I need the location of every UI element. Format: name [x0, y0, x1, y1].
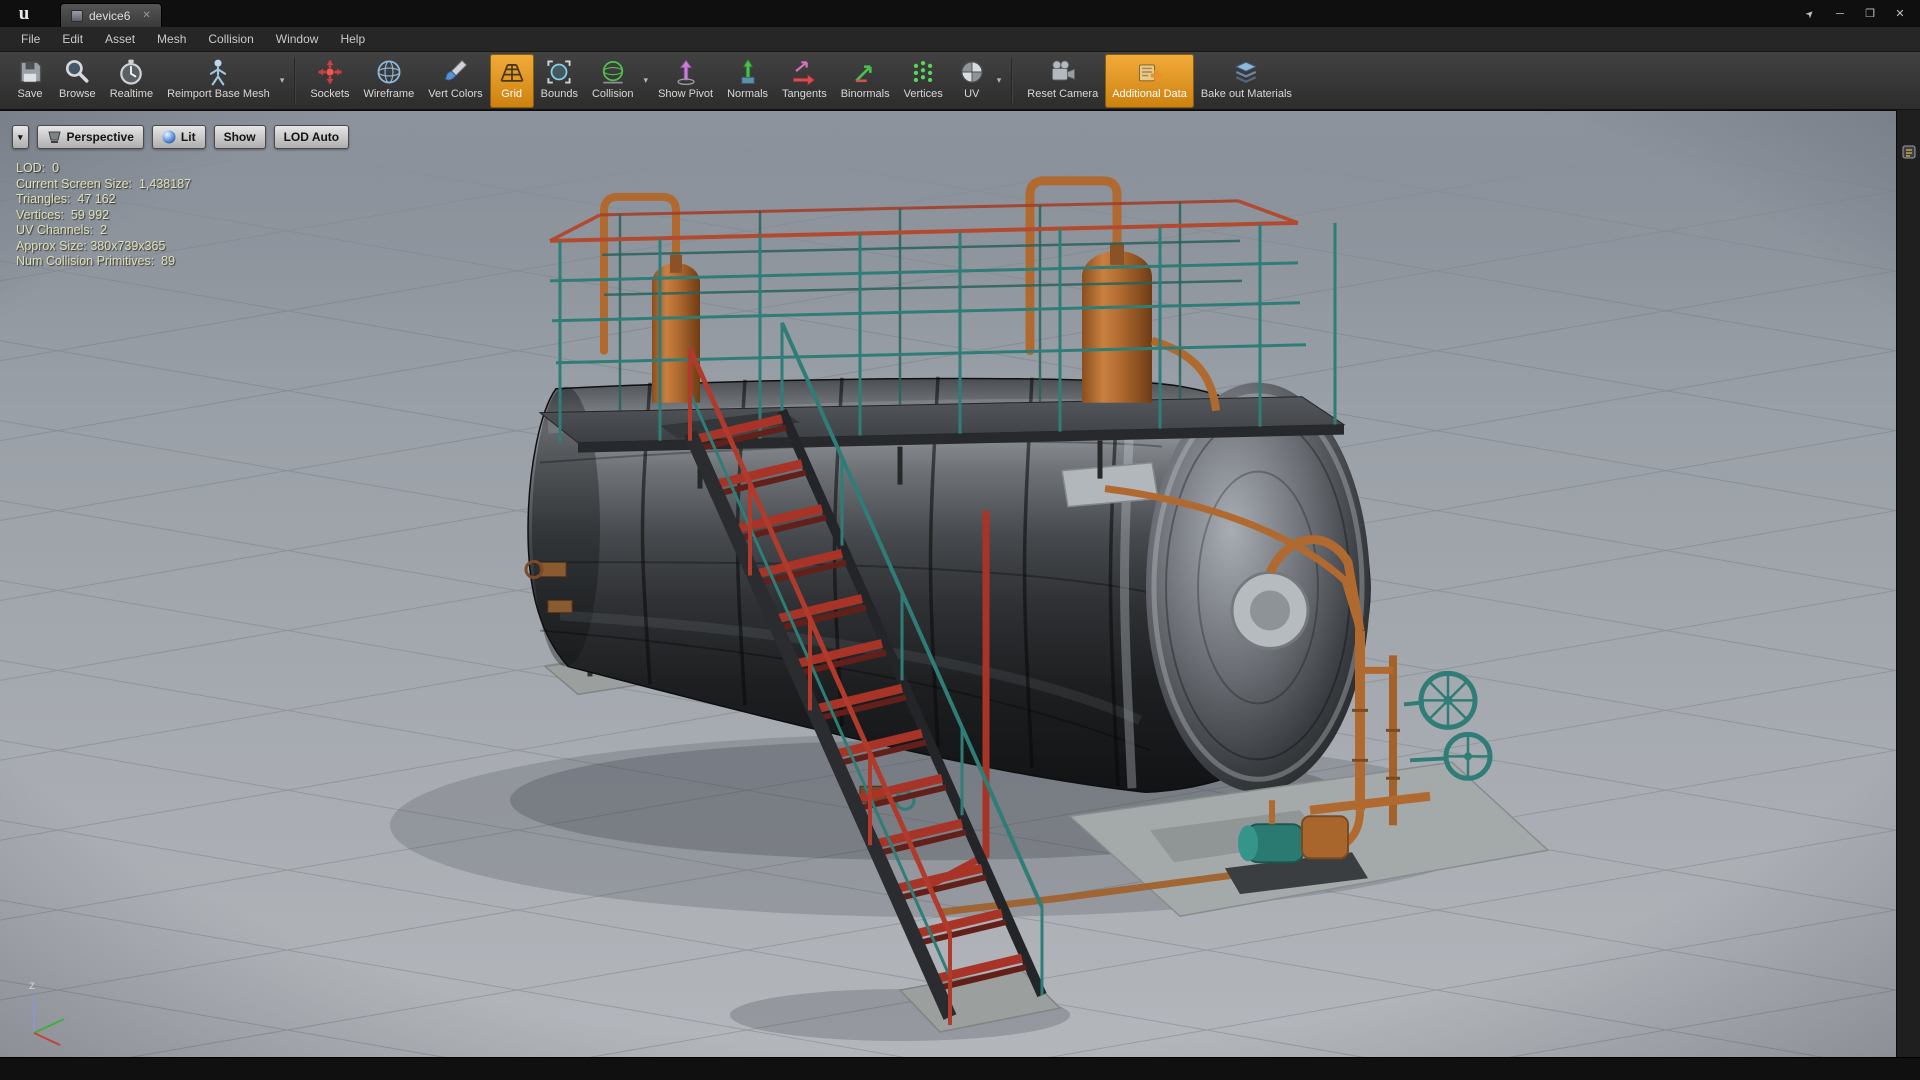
toolbar-separator	[294, 57, 297, 104]
collision-dropdown-caret[interactable]: ▾	[641, 75, 652, 86]
vertices-icon	[913, 60, 933, 82]
browse-button[interactable]: Browse	[52, 54, 103, 108]
stat-triangles: Triangles: 47 162	[16, 192, 116, 206]
stat-uv-channels: UV Channels: 2	[16, 223, 108, 237]
mesh-stats: LOD: 0 Current Screen Size: 1,438187 Tri…	[16, 161, 191, 270]
bottom-status-bar	[0, 1057, 1920, 1080]
reset-camera-button[interactable]: Reset Camera	[1020, 54, 1105, 108]
normals-icon	[740, 58, 755, 84]
reimport-base-mesh-icon	[210, 59, 227, 85]
asset-tab[interactable]: device6 ✕	[60, 3, 162, 27]
collapsed-tab-icon[interactable]	[1901, 144, 1917, 160]
window-controls: ➤ ─ ❒ ✕	[1798, 0, 1920, 27]
titlebar: u device6 ✕ ➤ ─ ❒ ✕	[0, 0, 1920, 27]
menu-collision[interactable]: Collision	[197, 28, 264, 50]
stat-collision-primitives: Num Collision Primitives: 89	[16, 254, 176, 268]
viewport-toolbar: ▾ Perspective Lit Show LOD Auto	[12, 125, 350, 149]
wireframe-icon	[377, 60, 401, 83]
grid-icon	[500, 63, 524, 82]
menu-help[interactable]: Help	[329, 28, 376, 50]
axis-gizmo: z	[29, 978, 65, 1046]
show-pivot-button[interactable]: Show Pivot	[651, 54, 720, 108]
show-pivot-icon	[676, 59, 695, 85]
save-icon	[20, 61, 42, 82]
static-mesh-editor-window: u device6 ✕ ➤ ─ ❒ ✕ File Edit Asset Mesh…	[0, 0, 1920, 1080]
3d-viewport[interactable]: ▾ Perspective Lit Show LOD Auto LOD: 0 C…	[0, 110, 1896, 1057]
binormals-button[interactable]: Binormals	[834, 54, 897, 108]
wireframe-button[interactable]: Wireframe	[356, 54, 421, 108]
menu-edit[interactable]: Edit	[51, 28, 94, 50]
perspective-icon	[47, 131, 61, 143]
uv-dropdown-caret[interactable]: ▾	[994, 75, 1005, 86]
menu-asset[interactable]: Asset	[94, 28, 146, 50]
viewport-options-button[interactable]: ▾	[12, 125, 29, 149]
perspective-button[interactable]: Perspective	[36, 125, 144, 149]
tangents-icon	[793, 60, 816, 86]
lit-sphere-icon	[162, 130, 176, 144]
vert-colors-button[interactable]: Vert Colors	[421, 54, 489, 108]
gizmo-z-label: z	[29, 978, 35, 992]
minimize-button[interactable]: ─	[1828, 4, 1852, 24]
unreal-logo: u	[18, 2, 30, 24]
additional-data-icon	[1138, 63, 1161, 81]
binormals-icon	[855, 64, 872, 82]
stat-lod: LOD: 0	[16, 161, 60, 175]
menubar: File Edit Asset Mesh Collision Window He…	[0, 27, 1920, 52]
realtime-icon	[120, 59, 143, 85]
viewport-scene	[0, 111, 1896, 1057]
lit-mode-button[interactable]: Lit	[151, 125, 206, 149]
tangents-button[interactable]: Tangents	[775, 54, 834, 108]
bake-out-materials-icon	[1235, 61, 1258, 83]
grid-button[interactable]: Grid	[489, 53, 534, 108]
uv-icon	[960, 60, 983, 83]
tab-close-icon[interactable]: ✕	[142, 10, 150, 21]
lod-auto-button[interactable]: LOD Auto	[273, 125, 350, 149]
stat-vertices: Vertices: 59 992	[16, 207, 110, 222]
main-toolbar: Save Browse Realtime Reimport Base Mesh …	[0, 52, 1920, 110]
reimport-base-mesh-button[interactable]: Reimport Base Mesh	[160, 54, 277, 108]
reimport-dropdown-caret[interactable]: ▾	[277, 75, 288, 86]
asset-tab-icon	[71, 9, 83, 22]
menu-file[interactable]: File	[10, 28, 51, 50]
menu-window[interactable]: Window	[265, 28, 330, 50]
bake-out-materials-button[interactable]: Bake out Materials	[1194, 54, 1299, 108]
additional-data-button[interactable]: Additional Data	[1105, 53, 1194, 108]
vert-colors-icon	[445, 59, 468, 80]
sockets-icon	[318, 60, 342, 83]
normals-button[interactable]: Normals	[720, 54, 775, 108]
toolbar-separator	[1011, 57, 1014, 104]
browse-icon	[66, 59, 89, 83]
viewport-options-caret: ▾	[18, 131, 23, 142]
bounds-button[interactable]: Bounds	[534, 54, 585, 108]
save-button[interactable]: Save	[8, 54, 52, 108]
sockets-button[interactable]: Sockets	[303, 54, 356, 108]
asset-tab-title: device6	[89, 8, 131, 23]
close-button[interactable]: ✕	[1888, 4, 1912, 24]
bounds-icon	[547, 59, 571, 84]
menu-mesh[interactable]: Mesh	[146, 28, 197, 50]
collision-button[interactable]: Collision	[585, 54, 641, 108]
reset-camera-icon	[1051, 60, 1075, 80]
uv-button[interactable]: UV	[950, 54, 994, 108]
collapsed-panel-strip	[1896, 110, 1920, 1057]
stat-screen-size: Current Screen Size: 1,438187	[16, 176, 192, 191]
maximize-button[interactable]: ❒	[1858, 4, 1882, 24]
realtime-button[interactable]: Realtime	[103, 54, 160, 108]
stat-approx-size: Approx Size: 380x739x365	[16, 238, 166, 253]
pointer-icon: ➤	[1803, 6, 1817, 21]
show-menu-button[interactable]: Show	[213, 125, 266, 149]
vertices-button[interactable]: Vertices	[897, 54, 950, 108]
collision-icon	[602, 60, 623, 83]
